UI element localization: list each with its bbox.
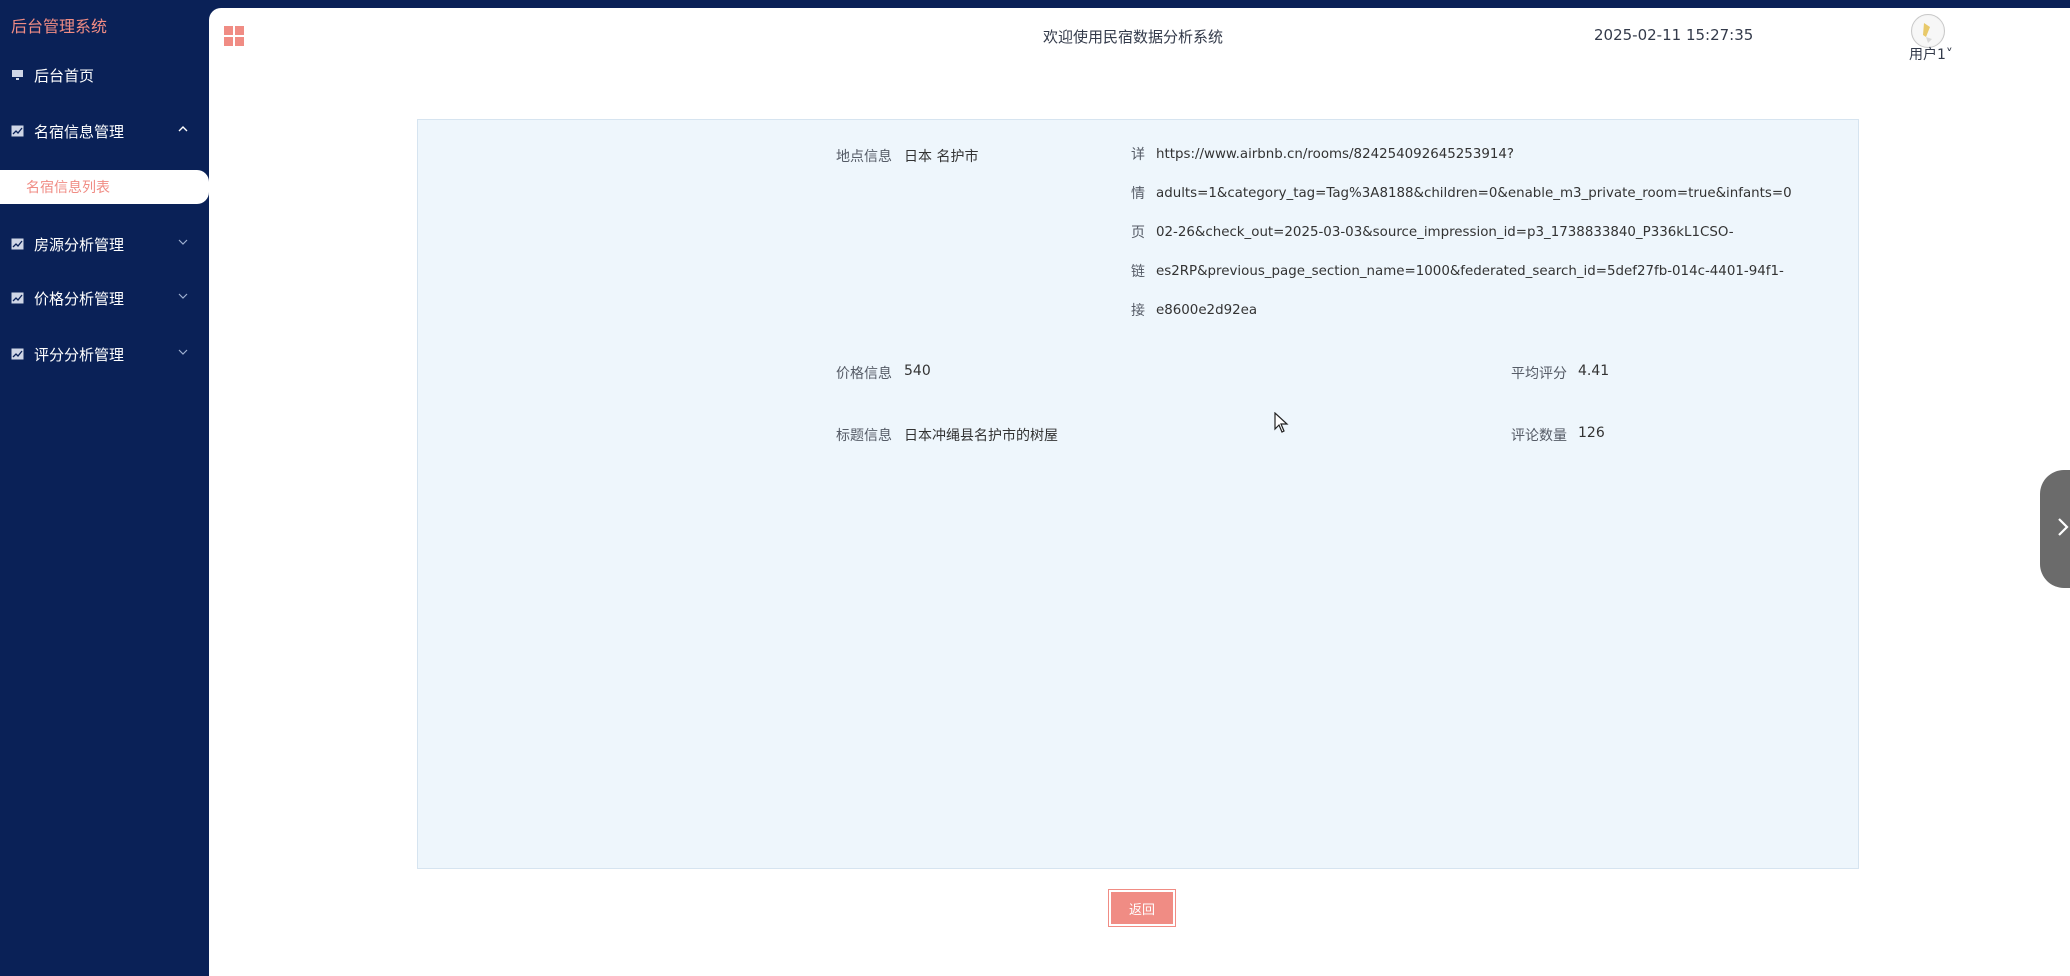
- menu-divider: [0, 158, 209, 170]
- chevron-right-icon: [2056, 516, 2070, 542]
- current-datetime: 2025-02-11 15:27:35: [1594, 26, 1754, 44]
- sidebar-item-label: 价格分析管理: [34, 289, 125, 308]
- side-expand-tab[interactable]: [2040, 470, 2070, 588]
- link-label-char: 接: [1131, 303, 1145, 319]
- title-label: 标题信息: [836, 428, 892, 444]
- price-label: 价格信息: [836, 366, 892, 382]
- system-title: 后台管理系统: [11, 17, 108, 36]
- chevron-down-icon: [177, 346, 191, 360]
- sidebar-subitem-label: 名宿信息列表: [26, 180, 110, 196]
- reviews-label: 评论数量: [1511, 428, 1567, 444]
- chevron-down-icon: [177, 236, 191, 250]
- user-name: 用户1: [1909, 47, 1946, 63]
- sidebar-item-label: 名宿信息管理: [34, 122, 125, 141]
- chevron-down-icon: [177, 290, 191, 304]
- chart-icon: [11, 125, 24, 137]
- link-line: es2RP&previous_page_section_name=1000&fe…: [1156, 264, 1784, 279]
- sidebar-item-rating-analysis[interactable]: 评分分析管理: [0, 334, 209, 374]
- sidebar-item-label: 房源分析管理: [34, 235, 125, 254]
- back-button[interactable]: 返回: [1108, 889, 1176, 927]
- sidebar-item-label: 后台首页: [34, 66, 95, 85]
- chevron-down-icon: ˅: [1945, 47, 1953, 63]
- link-line: e8600e2d92ea: [1156, 303, 1258, 318]
- link-line: 02-26&check_out=2025-03-03&source_impres…: [1156, 225, 1734, 240]
- detail-link-label: 详 情 页 链 接: [1131, 146, 1147, 341]
- link-label-char: 链: [1131, 264, 1145, 280]
- link-label-char: 情: [1131, 186, 1145, 202]
- link-label-char: 页: [1131, 225, 1145, 241]
- link-line: https://www.airbnb.cn/rooms/824254092645…: [1156, 147, 1515, 162]
- sidebar-item-label: 评分分析管理: [34, 345, 125, 364]
- chart-icon: [11, 348, 24, 360]
- main-panel: 欢迎使用民宿数据分析系统 2025-02-11 15:27:35 用户1˅ 地点…: [209, 8, 2070, 976]
- sidebar-item-listing-analysis[interactable]: 房源分析管理: [0, 224, 209, 264]
- monitor-icon: [11, 69, 24, 81]
- location-value: 日本 名护市: [904, 149, 979, 165]
- price-value: 540: [904, 363, 931, 379]
- mouse-cursor-icon: [1274, 411, 1290, 434]
- sidebar-item-home[interactable]: 后台首页: [0, 55, 209, 95]
- welcome-text: 欢迎使用民宿数据分析系统: [1043, 28, 1224, 46]
- grid-menu-icon[interactable]: [223, 25, 245, 47]
- detail-link-value: https://www.airbnb.cn/rooms/824254092645…: [1156, 146, 1792, 341]
- chart-icon: [11, 292, 24, 304]
- homestay-detail-panel: 地点信息 日本 名护市 详 情 页 链 接 https://www.airbnb…: [417, 119, 1859, 869]
- title-value: 日本冲绳县名护市的树屋: [904, 428, 1058, 444]
- chevron-up-icon: [177, 123, 191, 137]
- chart-icon: [11, 238, 24, 250]
- location-label: 地点信息: [836, 149, 892, 165]
- rating-value: 4.41: [1578, 363, 1610, 379]
- avatar[interactable]: [1911, 14, 1945, 48]
- link-line: adults=1&category_tag=Tag%3A8188&childre…: [1156, 186, 1792, 201]
- sidebar-subitem-homestay-list[interactable]: 名宿信息列表: [0, 170, 209, 204]
- reviews-value: 126: [1578, 425, 1605, 441]
- sidebar-item-price-analysis[interactable]: 价格分析管理: [0, 278, 209, 318]
- rating-label: 平均评分: [1511, 366, 1567, 382]
- link-label-char: 详: [1131, 147, 1145, 163]
- user-menu[interactable]: 用户1˅: [1909, 44, 1953, 64]
- sidebar: 后台管理系统 后台首页 名宿信息管理 名宿信息列表 房源分析管理 价格分析管理: [0, 0, 209, 976]
- sidebar-item-homestay-info[interactable]: 名宿信息管理: [0, 111, 209, 151]
